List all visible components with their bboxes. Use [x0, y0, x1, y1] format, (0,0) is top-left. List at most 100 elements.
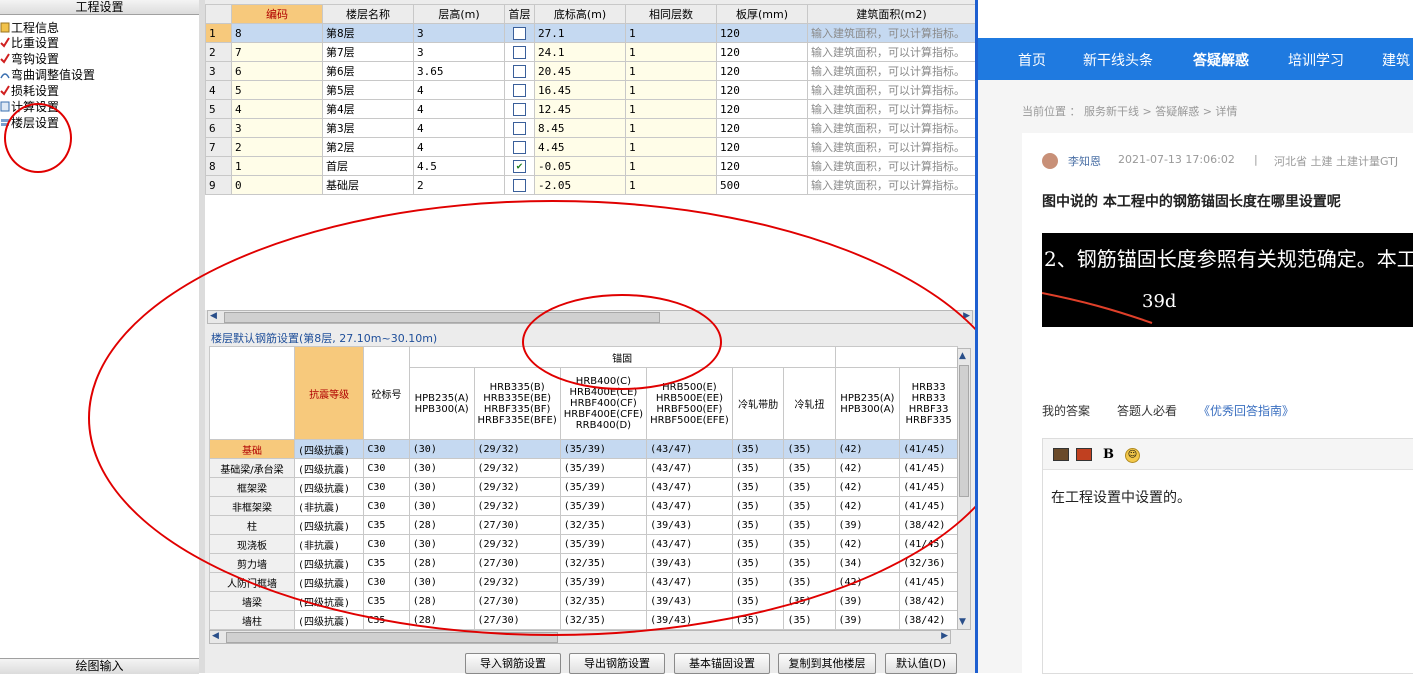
rebar-row[interactable]: 非框架梁 (非抗震) C30 (30) (29/32) (35/39) (43/47) (35…	[209, 496, 958, 516]
col-header-bottom[interactable]: 底标高(m)	[534, 4, 626, 24]
col-header-hpb-lap[interactable]: HPB235(A) HPB300(A)	[834, 367, 901, 440]
nav-training[interactable]: 培训学习	[1288, 50, 1344, 70]
tree-item-hook[interactable]: 弯钩设置	[0, 51, 59, 67]
cell-concrete[interactable]: C30	[363, 439, 410, 459]
col-header-first[interactable]: 首层	[504, 4, 535, 24]
scroll-up-icon[interactable]: ▲	[959, 351, 966, 361]
cell-seismic[interactable]: (非抗震)	[294, 496, 365, 516]
cell-height[interactable]: 3	[413, 42, 505, 62]
cell-area[interactable]: 输入建筑面积，可以计算指标。	[807, 42, 976, 62]
scroll-left-icon[interactable]: ◀	[210, 311, 217, 321]
tree-item-project-info[interactable]: 工程信息	[0, 20, 59, 36]
cell-value[interactable]: (35)	[783, 496, 836, 516]
col-header-concrete[interactable]: 砼标号	[363, 346, 410, 440]
cell-height[interactable]: 4.5	[413, 156, 505, 176]
cell-value[interactable]: (28)	[408, 591, 475, 611]
row-number[interactable]: 5	[205, 99, 232, 119]
cell-area[interactable]: 输入建筑面积，可以计算指标。	[807, 23, 976, 43]
cell-concrete[interactable]: C30	[363, 477, 410, 497]
cell-value[interactable]: (35)	[731, 515, 785, 535]
cell-value[interactable]: (41/45)	[899, 496, 958, 516]
nav-qa[interactable]: 答疑解惑	[1193, 50, 1249, 70]
cell-first[interactable]	[504, 80, 535, 100]
cell-bottom[interactable]: -2.05	[534, 175, 626, 195]
cell-value[interactable]: (42)	[834, 534, 901, 554]
row-category[interactable]: 人防门框墙	[209, 572, 296, 592]
cell-area[interactable]: 输入建筑面积，可以计算指标。	[807, 175, 976, 195]
cell-same[interactable]: 1	[625, 137, 717, 157]
col-header-hpb[interactable]: HPB235(A) HPB300(A)	[408, 367, 475, 440]
cell-value[interactable]: (27/30)	[473, 553, 561, 573]
cell-value[interactable]: (35)	[731, 496, 785, 516]
cell-value[interactable]: (43/47)	[646, 496, 733, 516]
cell-bottom[interactable]: 16.45	[534, 80, 626, 100]
scroll-down-icon[interactable]: ▼	[959, 617, 966, 627]
cell-first[interactable]	[504, 137, 535, 157]
cell-value[interactable]: (35)	[731, 553, 785, 573]
cell-slab[interactable]: 500	[716, 175, 808, 195]
cell-concrete[interactable]: C35	[363, 610, 410, 630]
cell-value[interactable]: (42)	[834, 458, 901, 478]
col-header-hrb400[interactable]: HRB400(C) HRB400E(CE) HRBF400(CF) HRBF40…	[559, 367, 648, 440]
cell-height[interactable]: 3	[413, 23, 505, 43]
cell-concrete[interactable]: C30	[363, 534, 410, 554]
cell-first[interactable]	[504, 99, 535, 119]
row-category[interactable]: 非框架梁	[209, 496, 296, 516]
rebar-row[interactable]: 框架梁 (四级抗震) C30 (30) (29/32) (35/39) (43/47) (35…	[209, 477, 958, 497]
cell-seismic[interactable]: (四级抗震)	[294, 458, 365, 478]
tree-item-bend-adjust[interactable]: 弯曲调整值设置	[0, 67, 95, 83]
floor-row[interactable]: 8 1 首层 4.5 ✔ -0.05 1 120 输入建筑面积，可以计算指标。	[205, 156, 976, 176]
cell-first[interactable]: ✔	[504, 156, 535, 176]
cell-name[interactable]: 首层	[322, 156, 414, 176]
cell-value[interactable]: (35/39)	[559, 534, 648, 554]
cell-slab[interactable]: 120	[716, 156, 808, 176]
cell-height[interactable]: 4	[413, 99, 505, 119]
cell-bottom[interactable]: 24.1	[534, 42, 626, 62]
cell-value[interactable]: (35/39)	[559, 477, 648, 497]
cell-code[interactable]: 5	[231, 80, 323, 100]
cell-seismic[interactable]: (四级抗震)	[294, 553, 365, 573]
cell-first[interactable]	[504, 23, 535, 43]
emoji-icon[interactable]: ☺	[1125, 448, 1140, 463]
cell-height[interactable]: 4	[413, 137, 505, 157]
col-header-seismic[interactable]: 抗震等级	[294, 346, 365, 440]
row-number[interactable]: 3	[205, 61, 232, 81]
cell-value[interactable]: (42)	[834, 439, 901, 459]
col-header-cold-rolled-twisted[interactable]: 冷轧扭	[783, 367, 836, 440]
cell-value[interactable]: (41/45)	[899, 572, 958, 592]
cell-value[interactable]: (39/43)	[646, 610, 733, 630]
cell-value[interactable]: (30)	[408, 496, 475, 516]
cell-value[interactable]: (35)	[783, 553, 836, 573]
cell-code[interactable]: 8	[231, 23, 323, 43]
cell-value[interactable]: (35)	[731, 458, 785, 478]
cell-bottom[interactable]: 12.45	[534, 99, 626, 119]
cell-value[interactable]: (35)	[783, 458, 836, 478]
cell-value[interactable]: (38/42)	[899, 515, 958, 535]
cell-value[interactable]: (43/47)	[646, 477, 733, 497]
cell-value[interactable]: (35)	[731, 610, 785, 630]
rebar-row[interactable]: 剪力墙 (四级抗震) C35 (28) (27/30) (32/35) (39/43) (35…	[209, 553, 958, 573]
floor-row[interactable]: 3 6 第6层 3.65 20.45 1 120 输入建筑面积，可以计算指标。	[205, 61, 976, 81]
cell-code[interactable]: 1	[231, 156, 323, 176]
row-category[interactable]: 框架梁	[209, 477, 296, 497]
scroll-right-icon[interactable]: ▶	[941, 631, 948, 641]
rebar-row[interactable]: 基础梁/承台梁 (四级抗震) C30 (30) (29/32) (35/39) (43/47…	[209, 458, 958, 478]
cell-name[interactable]: 第7层	[322, 42, 414, 62]
cell-concrete[interactable]: C30	[363, 458, 410, 478]
row-number[interactable]: 8	[205, 156, 232, 176]
row-number[interactable]: 4	[205, 80, 232, 100]
col-header-hrb500[interactable]: HRB500(E) HRB500E(EE) HRBF500(EF) HRBF50…	[646, 367, 733, 440]
cell-area[interactable]: 输入建筑面积，可以计算指标。	[807, 99, 976, 119]
cell-value[interactable]: (32/35)	[559, 610, 648, 630]
cell-code[interactable]: 7	[231, 42, 323, 62]
scroll-thumb[interactable]	[224, 312, 660, 323]
cell-height[interactable]: 3.65	[413, 61, 505, 81]
cell-code[interactable]: 3	[231, 118, 323, 138]
cell-value[interactable]: (29/32)	[473, 458, 561, 478]
rebar-table-hscroll[interactable]: ◀ ▶	[209, 630, 951, 644]
cell-value[interactable]: (35)	[783, 439, 836, 459]
tree-item-calc[interactable]: 计算设置	[0, 99, 59, 115]
cell-same[interactable]: 1	[625, 118, 717, 138]
cell-value[interactable]: (43/47)	[646, 439, 733, 459]
cell-seismic[interactable]: (四级抗震)	[294, 515, 365, 535]
